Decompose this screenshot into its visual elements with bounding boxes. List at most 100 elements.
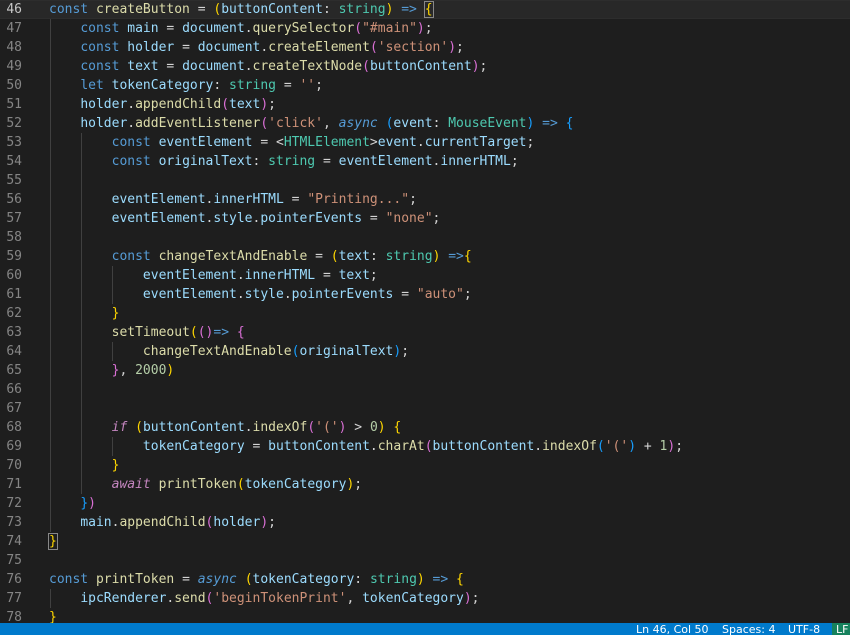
code-line[interactable]: 57 eventElement.style.pointerEvents = "n… [0,209,850,228]
code-line[interactable]: 71 await printToken(tokenCategory); [0,475,850,494]
code-token: event [393,116,433,131]
code-token: querySelector [252,21,355,36]
code-token: holder [127,40,175,55]
code-token: = [158,21,183,36]
code-token: { [423,1,434,18]
code-line[interactable]: 60 eventElement.innerHTML = text; [0,266,850,285]
code-line[interactable]: 74} [0,532,850,551]
code-token: tokenCategory [111,78,214,93]
eol-setting[interactable]: LF [836,624,848,635]
code-token: ; [479,59,488,74]
code-text: eventElement.innerHTML = "Printing..."; [49,190,417,209]
code-token: > [369,135,378,150]
code-token: pointerEvents [260,211,363,226]
code-line[interactable]: 78} [0,608,850,623]
code-line[interactable]: 62 } [0,304,850,323]
code-line[interactable]: 49 const text = document.createTextNode(… [0,57,850,76]
code-token: } [111,458,120,473]
code-line[interactable]: 68 if (buttonContent.indexOf('(') > 0) { [0,418,850,437]
line-number: 56 [6,192,22,207]
code-token: ; [401,344,410,359]
code-token: buttonContent [432,439,535,454]
code-token: "#main" [362,21,417,36]
code-token: > [346,420,370,435]
code-token: ( [244,572,253,587]
indentation-setting[interactable]: Spaces: 4 [722,624,775,635]
code-token: createElement [268,40,370,55]
code-line[interactable]: 69 tokenCategory = buttonContent.charAt(… [0,437,850,456]
code-line[interactable]: 64 changeTextAndEnable(originalText); [0,342,850,361]
code-token: { [463,249,472,264]
code-line[interactable]: 54 const originalText: string = eventEle… [0,152,850,171]
code-token: eventElement [158,135,253,150]
code-token: '(' [604,439,629,454]
code-token: if [111,420,128,435]
code-token: = [276,78,300,93]
code-line[interactable]: 72 }) [0,494,850,513]
code-token: createButton [95,2,190,17]
line-number: 78 [6,610,22,623]
code-line[interactable]: 73 main.appendChild(holder); [0,513,850,532]
code-token: 2000 [135,363,167,378]
code-token: buttonContent [221,2,323,17]
code-token: ) [667,439,676,454]
code-token: = [174,40,198,55]
code-line[interactable]: 56 eventElement.innerHTML = "Printing...… [0,190,850,209]
code-token: MouseEvent [448,116,527,131]
code-line[interactable]: 50 let tokenCategory: string = ''; [0,76,850,95]
code-text: }) [49,494,96,513]
code-token: string [385,249,433,264]
code-text: const originalText: string = eventElemen… [49,152,519,171]
code-token: ; [526,135,535,150]
code-editor[interactable]: 46 const createButton = (buttonContent: s… [0,0,850,623]
code-token: holder [80,116,128,131]
code-line[interactable]: 70 } [0,456,850,475]
code-token: tokenCategory [362,591,464,606]
code-token: = [244,439,269,454]
code-token: . [534,439,543,454]
code-line[interactable]: 65 }, 2000) [0,361,850,380]
code-line[interactable]: 75 [0,551,850,570]
line-number: 52 [6,116,22,131]
line-number: 59 [6,249,22,264]
code-line[interactable]: 66 [0,380,850,399]
code-token: = [393,287,417,302]
code-line[interactable]: 46 const createButton = (buttonContent: s… [0,0,850,19]
code-token: ( [189,325,198,340]
code-token: ) [448,40,457,55]
code-token: string [338,2,386,17]
code-token: ( [362,59,370,74]
code-line[interactable]: 52 holder.addEventListener('click', asyn… [0,114,850,133]
line-number: 50 [6,78,22,93]
code-token: ) [260,97,269,112]
code-line[interactable]: 55 [0,171,850,190]
code-token: . [127,116,136,131]
code-token: . [416,135,425,150]
code-line[interactable]: 48 const holder = document.createElement… [0,38,850,57]
cursor-position[interactable]: Ln 46, Col 50 [636,624,709,635]
indent-guide [112,342,114,361]
code-token: tokenCategory [244,477,347,492]
code-line[interactable]: 58 [0,228,850,247]
code-line[interactable]: 67 [0,399,850,418]
code-token: ; [675,439,684,454]
code-text: const eventElement = <HTMLElement>event.… [49,133,535,152]
code-line[interactable]: 76 const printToken = async (tokenCategor… [0,570,850,589]
code-token: ; [268,97,276,112]
code-text: let tokenCategory: string = ''; [49,76,323,95]
code-line[interactable]: 59 const changeTextAndEnable = (text: st… [0,247,850,266]
code-line[interactable]: 53 const eventElement = <HTMLElement>eve… [0,133,850,152]
code-token: = [315,154,339,169]
encoding-setting[interactable]: UTF-8 [788,624,820,635]
code-line[interactable]: 47 const main = document.querySelector("… [0,19,850,38]
code-line[interactable]: 51 holder.appendChild(text); [0,95,850,114]
code-line[interactable]: 77 ipcRenderer.send('beginTokenPrint', t… [0,589,850,608]
code-token: = [362,211,386,226]
code-token: . [236,287,245,302]
code-line[interactable]: 63 setTimeout(()=> { [0,323,850,342]
code-line[interactable]: 61 eventElement.style.pointerEvents = "a… [0,285,850,304]
code-token: ; [369,268,378,283]
